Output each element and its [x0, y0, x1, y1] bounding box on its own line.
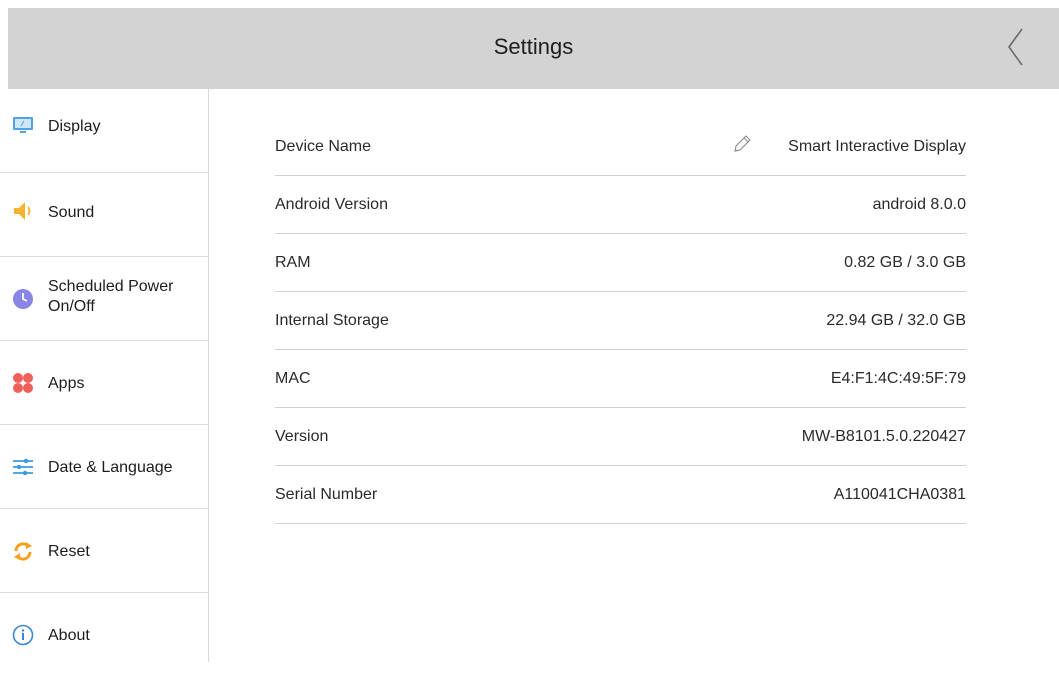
detail-value: A110041CHA0381 [833, 486, 966, 503]
page-title: Settings [493, 34, 574, 59]
sidebar-item-label: Scheduled Power On/Off [48, 277, 173, 317]
sidebar-item-reset[interactable]: Reset [0, 509, 208, 593]
detail-key: MAC [275, 370, 311, 387]
sidebar-item-label: About [48, 627, 90, 644]
detail-key: Serial Number [275, 486, 378, 503]
sidebar-item-label: Sound [48, 204, 95, 221]
sidebar-item-label: Display [48, 118, 101, 135]
detail-key: Android Version [275, 196, 388, 213]
header-bar: Settings [8, 8, 1059, 89]
sidebar-item-sound[interactable]: Sound [0, 173, 208, 257]
sidebar-item-scheduled-power[interactable]: Scheduled Power On/Off [0, 257, 208, 341]
about-details: Device Name Smart Interactive Display An… [275, 118, 966, 524]
back-button[interactable] [1000, 26, 1034, 68]
detail-row-serial-number: Serial Number A110041CHA0381 [275, 466, 966, 524]
sidebar-item-apps[interactable]: Apps [0, 341, 208, 425]
detail-key: RAM [275, 254, 311, 271]
refresh-icon [11, 539, 35, 563]
sidebar-item-display[interactable]: Display [0, 89, 208, 173]
sidebar-item-about[interactable]: About [0, 593, 208, 677]
sidebar-item-date-language[interactable]: Date & Language [0, 425, 208, 509]
detail-key: Device Name [275, 138, 372, 155]
speaker-icon [11, 199, 35, 223]
detail-row-version: Version MW-B8101.5.0.220427 [275, 408, 966, 466]
info-icon [11, 623, 35, 647]
sidebar-item-label: Reset [48, 543, 90, 560]
detail-row-internal-storage: Internal Storage 22.94 GB / 32.0 GB [275, 292, 966, 350]
detail-value: android 8.0.0 [872, 196, 966, 213]
detail-value: 0.82 GB / 3.0 GB [844, 254, 966, 271]
pencil-icon[interactable] [731, 133, 753, 155]
detail-row-mac: MAC E4:F1:4C:49:5F:79 [275, 350, 966, 408]
detail-row-android-version: Android Version android 8.0.0 [275, 176, 966, 234]
detail-key: Internal Storage [275, 312, 389, 329]
detail-key: Version [275, 428, 329, 445]
device-name-value[interactable]: Smart Interactive Display [788, 138, 966, 156]
sidebar-item-label: Date & Language [48, 459, 173, 476]
detail-row-ram: RAM 0.82 GB / 3.0 GB [275, 234, 966, 292]
clock-icon [11, 287, 35, 311]
sidebar-item-label: Apps [48, 375, 85, 392]
sidebar-item-label-line2: On/Off [48, 298, 95, 315]
sidebar: Display Sound Scheduled Power On/Off App… [0, 89, 209, 662]
detail-value: E4:F1:4C:49:5F:79 [830, 370, 966, 387]
detail-value: MW-B8101.5.0.220427 [801, 428, 966, 445]
sidebar-item-label-line1: Scheduled Power [48, 278, 174, 295]
detail-value: 22.94 GB / 32.0 GB [826, 312, 966, 329]
apps-icon [11, 371, 35, 395]
monitor-icon [11, 113, 35, 137]
chevron-left-icon [1008, 28, 1023, 66]
sliders-icon [11, 455, 35, 479]
detail-row-device-name: Device Name Smart Interactive Display [275, 118, 966, 176]
